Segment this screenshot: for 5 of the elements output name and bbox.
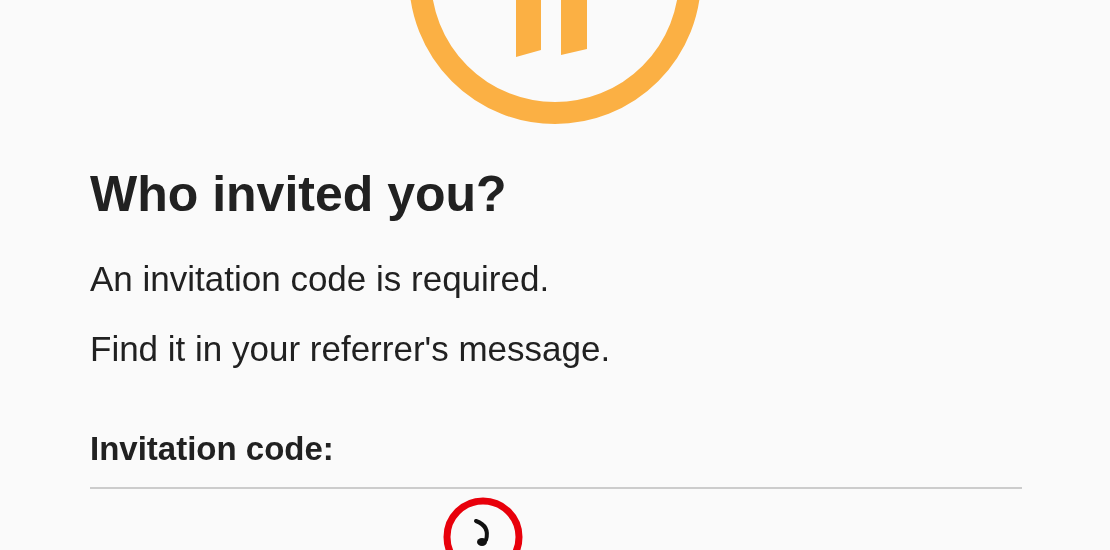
- touch-indicator-icon: [442, 496, 524, 550]
- heading: Who invited you?: [90, 165, 508, 224]
- field-label: Invitation code:: [90, 429, 335, 469]
- description-text: An invitation code is required.: [90, 258, 551, 300]
- description-text: Find it in your referrer's message.: [90, 328, 612, 370]
